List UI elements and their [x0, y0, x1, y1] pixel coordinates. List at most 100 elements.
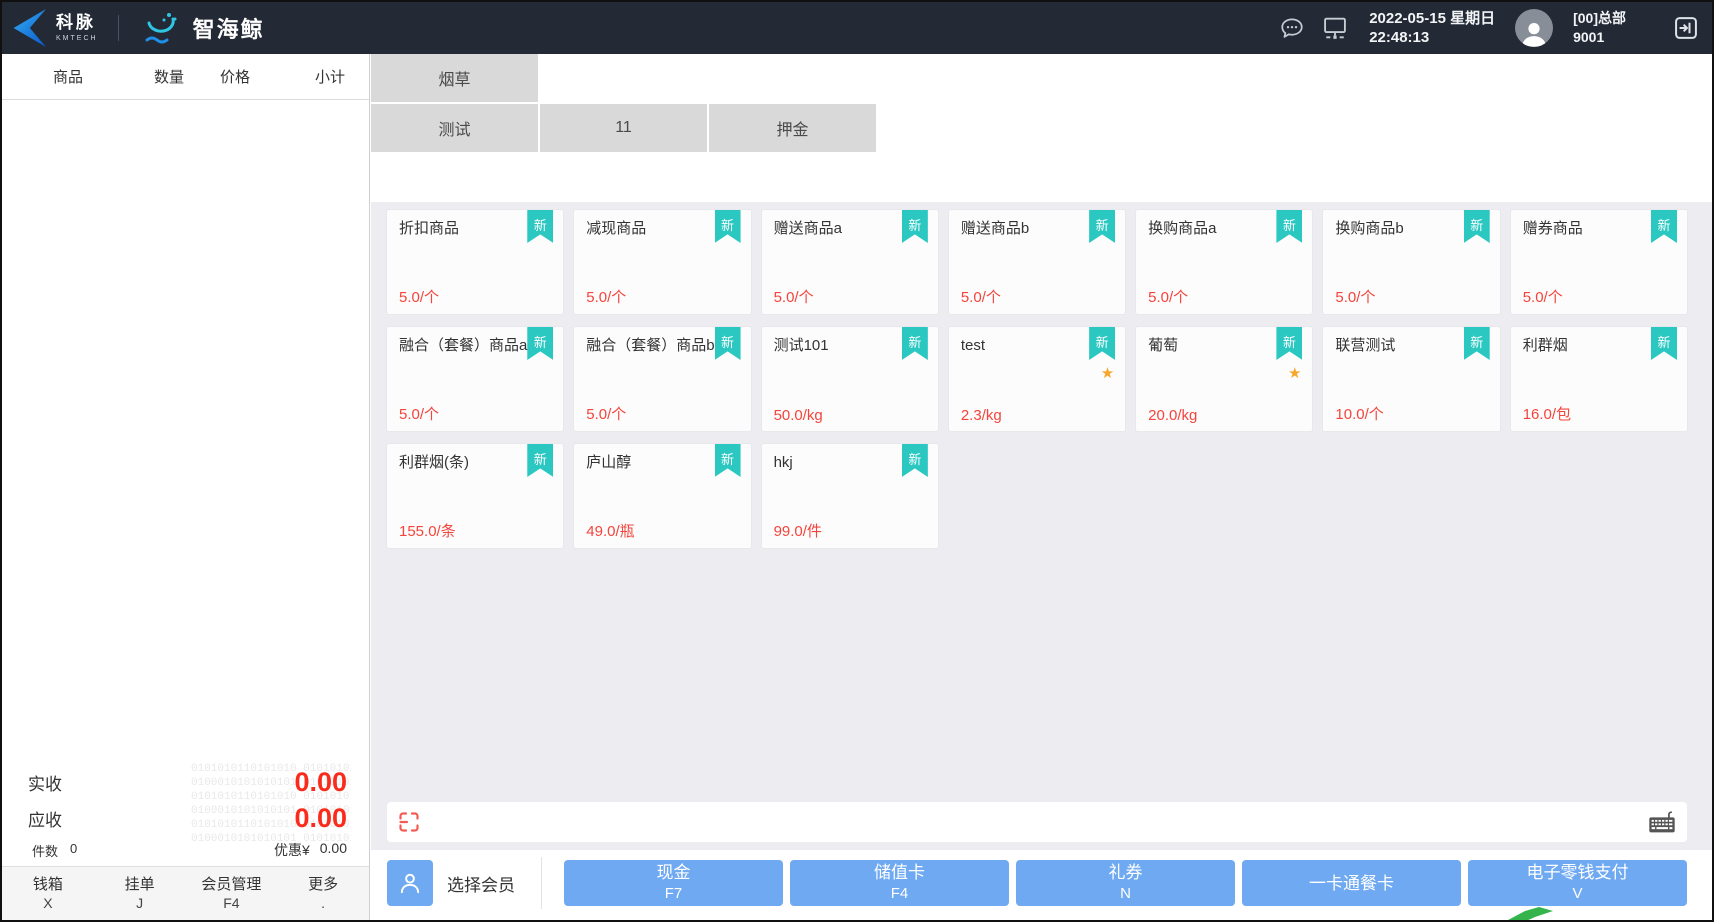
tab-11[interactable]: 11	[540, 104, 707, 152]
scan-bar	[387, 802, 1687, 842]
keyboard-icon[interactable]	[1647, 808, 1677, 836]
product-price: 5.0/个	[774, 286, 814, 307]
col-subtotal: 小计	[266, 66, 369, 87]
brand-kemai-sub: KMTECH	[56, 35, 98, 42]
product-card[interactable]: 利群烟(条) 新 ★ 155.0/条	[387, 444, 563, 548]
star-icon: ★	[1288, 364, 1301, 382]
count-label: 件数	[32, 841, 58, 860]
product-price: 10.0/个	[1335, 403, 1383, 424]
member-select-icon-button[interactable]	[387, 860, 433, 906]
cart-panel: 商品 数量 价格 小计 0101010110101010 0101010111 …	[2, 54, 370, 920]
due-label: 应收	[28, 806, 62, 831]
product-card[interactable]: 换购商品b 新 ★ 5.0/个	[1323, 210, 1499, 314]
product-card[interactable]: 折扣商品 新 ★ 5.0/个	[387, 210, 563, 314]
col-product: 商品	[2, 66, 134, 87]
pos-window: 科脉 KMTECH 智海鲸	[0, 0, 1714, 922]
meal-card-button[interactable]: 一卡通餐卡	[1242, 860, 1461, 906]
due-value: 0.00	[294, 803, 347, 834]
brand-kemai: 科脉	[56, 14, 98, 31]
whale-icon	[139, 10, 183, 46]
product-price: 5.0/个	[1335, 286, 1375, 307]
product-price: 99.0/件	[774, 520, 822, 541]
product-card[interactable]: 测试101 新 ★ 50.0/kg	[762, 327, 938, 431]
product-card[interactable]: 赠券商品 新 ★ 5.0/个	[1511, 210, 1687, 314]
more-button[interactable]: 更多 .	[277, 875, 369, 913]
member-select-label[interactable]: 选择会员	[447, 871, 515, 896]
product-area: 折扣商品 新 ★ 5.0/个 减现商品 新 ★ 5.0/个 赠送商品a 新 ★ …	[371, 202, 1712, 850]
product-card[interactable]: 葡萄 新 ★ 20.0/kg	[1136, 327, 1312, 431]
topbar-divider	[118, 15, 119, 41]
payment-divider	[541, 857, 542, 909]
barcode-input[interactable]	[421, 802, 1647, 842]
kemai-logo-icon	[10, 9, 46, 47]
member-management-button[interactable]: 会员管理 F4	[186, 875, 278, 913]
col-quantity: 数量	[134, 66, 204, 87]
product-price: 5.0/个	[399, 286, 439, 307]
product-card[interactable]: 联营测试 新 ★ 10.0/个	[1323, 327, 1499, 431]
cart-header: 商品 数量 价格 小计	[2, 54, 369, 100]
display-network-icon[interactable]	[1321, 14, 1349, 42]
product-card[interactable]: 减现商品 新 ★ 5.0/个	[574, 210, 750, 314]
datetime: 2022-05-15 星期日 22:48:13	[1369, 9, 1495, 47]
discount-label: 优惠¥	[274, 840, 310, 860]
product-price: 155.0/条	[399, 520, 456, 541]
col-price: 价格	[204, 66, 266, 87]
product-card[interactable]: 庐山醇 新 ★ 49.0/瓶	[574, 444, 750, 548]
brand-whale: 智海鲸	[193, 12, 265, 44]
product-card[interactable]: 利群烟 新 ★ 16.0/包	[1511, 327, 1687, 431]
product-grid: 折扣商品 新 ★ 5.0/个 减现商品 新 ★ 5.0/个 赠送商品a 新 ★ …	[387, 210, 1687, 794]
product-card[interactable]: hkj 新 ★ 99.0/件	[762, 444, 938, 548]
gift-voucher-button[interactable]: 礼券 N	[1016, 860, 1235, 906]
product-price: 2.3/kg	[961, 407, 1002, 424]
white-gap	[371, 152, 1712, 202]
discount-value: 0.00	[320, 840, 347, 860]
cart-footer: 钱箱 X 挂单 J 会员管理 F4 更多 .	[2, 866, 369, 920]
whale-logo: 智海鲸	[139, 10, 265, 46]
product-price: 16.0/包	[1523, 403, 1571, 424]
topbar: 科脉 KMTECH 智海鲸	[2, 2, 1712, 54]
cash-drawer-button[interactable]: 钱箱 X	[2, 875, 94, 913]
product-price: 20.0/kg	[1148, 407, 1197, 424]
product-price: 5.0/个	[586, 286, 626, 307]
tab-tobacco[interactable]: 烟草	[371, 54, 538, 102]
store-name: [00]总部	[1573, 9, 1626, 28]
product-price: 50.0/kg	[774, 407, 823, 424]
time-text: 22:48:13	[1369, 28, 1495, 47]
product-price: 5.0/个	[586, 403, 626, 424]
e-wallet-payment-button[interactable]: 电子零钱支付 V	[1468, 860, 1687, 906]
paid-value: 0.00	[294, 767, 347, 798]
avatar[interactable]	[1515, 9, 1553, 47]
product-card[interactable]: 融合（套餐）商品b 新 ★ 5.0/个	[574, 327, 750, 431]
product-region: 烟草 测试 11 押金 折扣商品 新 ★ 5.0/个 减现商品 新 ★ 5.0/…	[371, 54, 1712, 920]
message-icon[interactable]	[1279, 15, 1305, 41]
cart-totals: 0101010110101010 0101010111 010001010101…	[2, 760, 369, 866]
cash-payment-button[interactable]: 现金 F7	[564, 860, 783, 906]
product-card[interactable]: 赠送商品a 新 ★ 5.0/个	[762, 210, 938, 314]
stored-value-card-button[interactable]: 储值卡 F4	[790, 860, 1009, 906]
kemai-logo: 科脉 KMTECH	[10, 9, 98, 47]
cart-item-list[interactable]	[2, 100, 369, 760]
barcode-scan-icon	[397, 810, 421, 834]
paid-label: 实收	[28, 770, 62, 795]
category-tabs-row1: 烟草	[371, 54, 1712, 102]
tab-deposit[interactable]: 押金	[709, 104, 876, 152]
product-card[interactable]: test 新 ★ 2.3/kg	[949, 327, 1125, 431]
product-price: 49.0/瓶	[586, 520, 634, 541]
star-icon: ★	[1101, 364, 1114, 382]
product-card[interactable]: 换购商品a 新 ★ 5.0/个	[1136, 210, 1312, 314]
date-text: 2022-05-15 星期日	[1369, 9, 1495, 28]
payment-row: 选择会员 现金 F7 储值卡 F4 礼券 N 一卡通餐卡	[371, 850, 1712, 920]
product-card[interactable]: 赠送商品b 新 ★ 5.0/个	[949, 210, 1125, 314]
product-price: 5.0/个	[961, 286, 1001, 307]
store-info: [00]总部 9001	[1573, 9, 1626, 47]
logout-icon[interactable]	[1672, 14, 1700, 42]
tab-test[interactable]: 测试	[371, 104, 538, 152]
hold-order-button[interactable]: 挂单 J	[94, 875, 186, 913]
count-value: 0	[70, 841, 77, 860]
product-card[interactable]: 融合（套餐）商品a 新 ★ 5.0/个	[387, 327, 563, 431]
product-price: 5.0/个	[1523, 286, 1563, 307]
payment-buttons: 现金 F7 储值卡 F4 礼券 N 一卡通餐卡 电子零钱支付 V	[564, 860, 1687, 906]
product-price: 5.0/个	[1148, 286, 1188, 307]
category-tabs-row2: 测试 11 押金	[371, 104, 1712, 152]
product-price: 5.0/个	[399, 403, 439, 424]
